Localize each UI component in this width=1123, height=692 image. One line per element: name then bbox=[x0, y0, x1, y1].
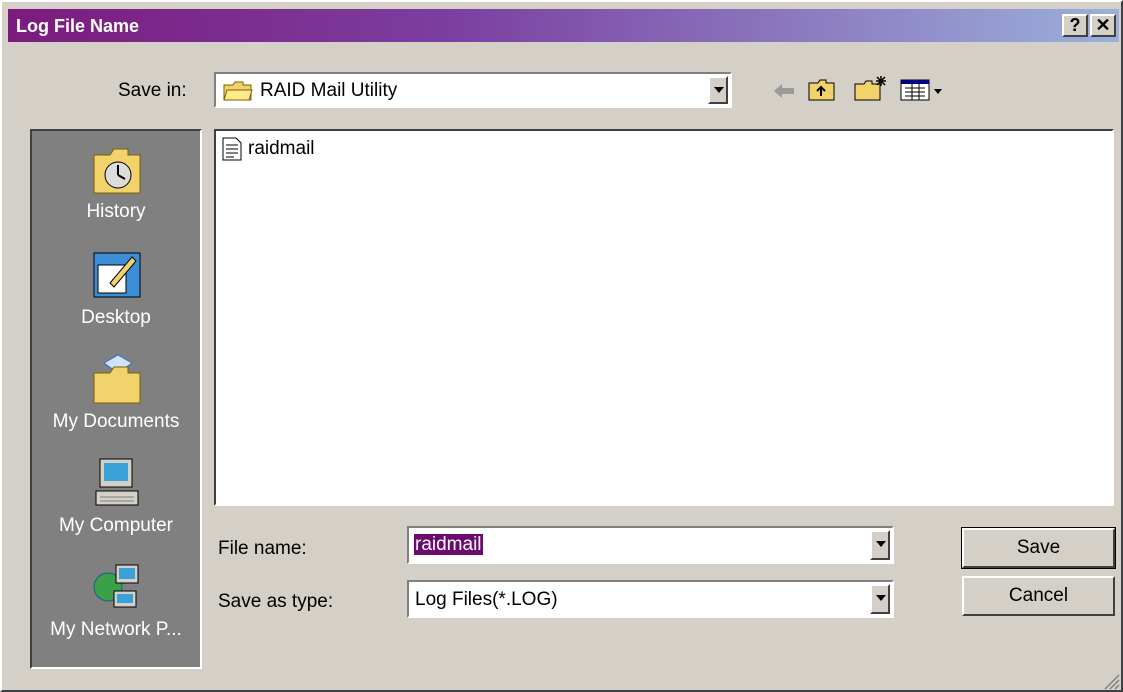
save-in-value: RAID Mail Utility bbox=[260, 80, 398, 101]
places-bar: History Desktop My Documents My Computer… bbox=[30, 129, 202, 669]
my-documents-label: My Documents bbox=[52, 411, 180, 432]
title-bar[interactable]: Log File Name ? ✕ bbox=[8, 9, 1119, 42]
save-as-type-value: Log Files(*.LOG) bbox=[415, 589, 558, 610]
file-name-label: File name: bbox=[218, 538, 307, 559]
text-file-icon bbox=[222, 137, 242, 161]
save-as-type-label: Save as type: bbox=[218, 591, 334, 612]
my-computer-icon bbox=[95, 458, 139, 506]
save-button[interactable]: Save bbox=[961, 527, 1116, 569]
history-icon bbox=[93, 148, 141, 194]
history-label: History bbox=[86, 201, 146, 222]
close-button[interactable]: ✕ bbox=[1090, 14, 1116, 37]
my-documents-icon bbox=[93, 354, 141, 404]
save-in-label: Save in: bbox=[118, 80, 187, 101]
desktop-label: Desktop bbox=[81, 307, 151, 328]
back-icon[interactable] bbox=[772, 82, 796, 100]
chevron-down-icon[interactable] bbox=[870, 584, 890, 614]
file-name-value: raidmail bbox=[414, 534, 483, 555]
place-my-documents[interactable]: My Documents bbox=[32, 353, 200, 433]
save-dialog: Log File Name ? ✕ Save in: RAID Mail Uti… bbox=[0, 0, 1123, 692]
desktop-icon bbox=[93, 252, 141, 298]
chevron-down-icon[interactable] bbox=[708, 76, 728, 104]
new-folder-icon[interactable] bbox=[854, 74, 888, 102]
place-desktop[interactable]: Desktop bbox=[32, 249, 200, 329]
save-as-type-dropdown[interactable]: Log Files(*.LOG) bbox=[407, 580, 894, 618]
file-list[interactable]: raidmail bbox=[214, 129, 1114, 506]
place-history[interactable]: History bbox=[32, 143, 200, 223]
view-menu-icon[interactable] bbox=[900, 78, 946, 102]
folder-icon bbox=[223, 81, 253, 101]
help-button[interactable]: ? bbox=[1062, 14, 1088, 37]
save-in-dropdown[interactable]: RAID Mail Utility bbox=[214, 72, 732, 108]
file-name-input[interactable]: raidmail bbox=[407, 526, 894, 564]
place-my-computer[interactable]: My Computer bbox=[32, 457, 200, 537]
window-title: Log File Name bbox=[16, 16, 140, 36]
my-computer-label: My Computer bbox=[58, 515, 174, 536]
chevron-down-icon[interactable] bbox=[870, 530, 890, 560]
network-label: My Network P... bbox=[50, 619, 182, 640]
up-folder-icon[interactable] bbox=[808, 78, 836, 102]
file-name: raidmail bbox=[248, 138, 315, 159]
resize-grip-icon[interactable] bbox=[1102, 672, 1120, 690]
cancel-button[interactable]: Cancel bbox=[962, 576, 1115, 616]
network-icon bbox=[93, 564, 139, 608]
place-network[interactable]: My Network P... bbox=[32, 561, 200, 641]
